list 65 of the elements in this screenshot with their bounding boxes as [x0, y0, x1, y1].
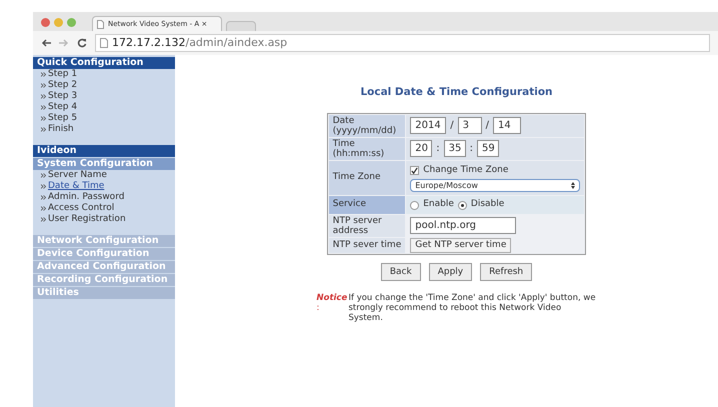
- double-chevron-icon: [41, 206, 46, 211]
- forward-arrow-icon[interactable]: [59, 39, 69, 47]
- section-header[interactable]: Quick Configuration: [33, 57, 175, 69]
- action-button[interactable]: Back: [380, 262, 421, 281]
- row-label: Service: [328, 196, 406, 214]
- row-label: Date (yyyy/mm/dd): [328, 114, 406, 137]
- minimize-icon[interactable]: [54, 18, 63, 27]
- double-chevron-icon: [41, 94, 46, 99]
- action-button[interactable]: Apply: [428, 262, 472, 281]
- hour-field[interactable]: 20: [410, 140, 432, 158]
- address-bar[interactable]: 172.17.2.132/admin/aindex.asp: [95, 34, 710, 52]
- double-chevron-icon: [41, 217, 46, 222]
- menu-link[interactable]: Step 4: [48, 102, 78, 113]
- updown-icon: [571, 182, 576, 190]
- radio-label: Enable: [423, 198, 454, 212]
- double-chevron-icon: [41, 195, 46, 200]
- double-chevron-icon: [41, 127, 46, 132]
- row-label: NTP sever time: [328, 238, 406, 253]
- notice-text: If you change the 'Time Zone' and click 'Apply' button, we strongly recommend to reboot this Network Video System.: [348, 292, 596, 323]
- menu-link[interactable]: Access Control: [48, 203, 114, 214]
- separator: /: [450, 119, 454, 134]
- separator: :: [470, 142, 473, 156]
- checkbox[interactable]: [410, 166, 420, 175]
- menu-link[interactable]: Date & Time: [48, 181, 104, 192]
- minute-field[interactable]: 35: [444, 140, 466, 158]
- timezone-dropdown[interactable]: Europe/Moscow: [410, 179, 580, 192]
- separator: :: [436, 142, 440, 156]
- radio-button[interactable]: [410, 200, 420, 210]
- menu-link[interactable]: Step 5: [48, 113, 78, 124]
- year-field[interactable]: 2014: [410, 117, 446, 134]
- ntp-address-field[interactable]: pool.ntp.org: [410, 217, 516, 234]
- close-icon[interactable]: [41, 18, 50, 27]
- second-field[interactable]: 59: [477, 140, 499, 158]
- radio-button[interactable]: [458, 200, 467, 210]
- action-button[interactable]: Refresh: [480, 262, 532, 281]
- double-chevron-icon: [41, 116, 46, 121]
- menu-link[interactable]: Admin. Password: [48, 192, 124, 203]
- double-chevron-icon: [41, 72, 46, 77]
- row-label: NTP server address: [328, 214, 406, 237]
- page-icon: [97, 20, 104, 28]
- double-chevron-icon: [41, 184, 46, 189]
- menu-link[interactable]: User Registration: [48, 214, 126, 225]
- double-chevron-icon: [41, 83, 46, 88]
- section-header[interactable]: Ivideon: [33, 145, 175, 157]
- notice-label: Notice: [316, 292, 348, 303]
- menu-link[interactable]: Finish: [48, 124, 74, 135]
- notice-colon: :: [316, 302, 320, 313]
- double-chevron-icon: [41, 173, 46, 178]
- separator: /: [486, 119, 489, 134]
- get-ntp-time-button[interactable]: Get NTP server time: [410, 238, 512, 253]
- radio-label: Disable: [470, 198, 504, 212]
- maximize-icon[interactable]: [67, 18, 76, 27]
- checkbox-label: Change Time Zone: [423, 164, 508, 177]
- double-chevron-icon: [41, 105, 46, 110]
- menu-link[interactable]: Step 1: [48, 69, 78, 80]
- reload-icon[interactable]: [77, 38, 87, 48]
- menu-link[interactable]: Step 3: [48, 91, 78, 102]
- month-field[interactable]: 3: [458, 117, 482, 134]
- day-field[interactable]: 14: [493, 117, 521, 134]
- back-arrow-icon[interactable]: [41, 39, 51, 47]
- page-title: Local Date & Time Configuration: [360, 85, 553, 100]
- menu-link[interactable]: Server Name: [48, 170, 107, 181]
- menu-link[interactable]: Step 2: [48, 80, 78, 91]
- row-label: Time Zone: [328, 160, 406, 196]
- row-label: Time (hh:mm:ss): [328, 138, 406, 160]
